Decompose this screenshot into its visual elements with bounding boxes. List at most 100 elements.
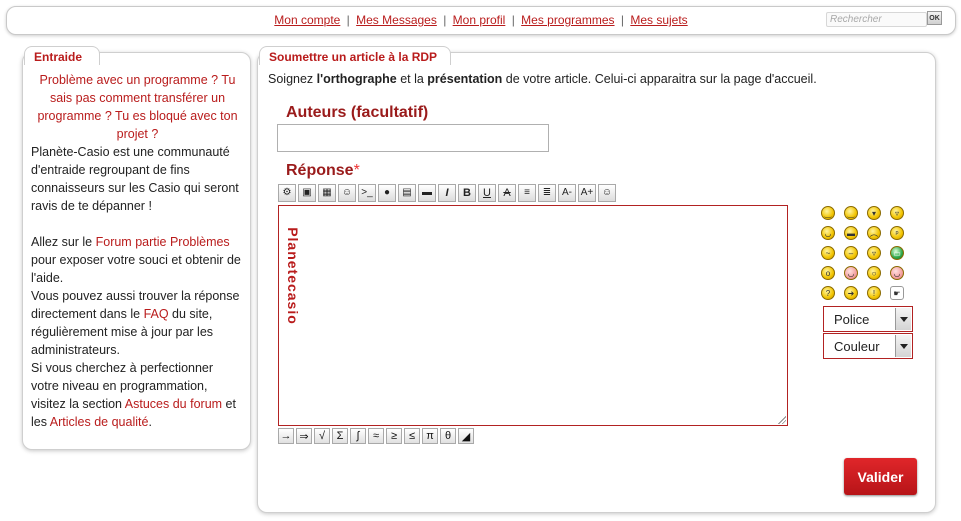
integral-icon[interactable]: ∫: [350, 428, 366, 444]
text-bold: présentation: [427, 72, 503, 86]
blush-icon[interactable]: ◡: [844, 266, 858, 280]
help-paragraph: Si vous cherchez à perfectionner votre n…: [31, 359, 244, 431]
required-marker: *: [353, 162, 360, 179]
link-forum-problemes[interactable]: Forum partie Problèmes: [96, 235, 230, 249]
confused-icon[interactable]: ~: [821, 246, 835, 260]
nav-mes-programmes[interactable]: Mes programmes: [521, 13, 614, 27]
math-toolbar: → ⇒ √ Σ ∫ ≈ ≥ ≤ π θ ◢: [278, 428, 474, 444]
help-paragraph: Vous pouvez aussi trouver la réponse dir…: [31, 287, 244, 359]
search-button[interactable]: OK: [927, 11, 942, 25]
nav-mes-sujets[interactable]: Mes sujets: [630, 13, 687, 27]
question-icon[interactable]: ?: [821, 286, 835, 300]
sqrt-icon[interactable]: √: [314, 428, 330, 444]
arrow-icon[interactable]: ➜: [844, 286, 858, 300]
nav-separator: |: [511, 13, 515, 27]
resize-handle[interactable]: [777, 415, 786, 424]
video-icon[interactable]: ▦: [318, 184, 336, 202]
santa-icon[interactable]: ◡: [890, 266, 904, 280]
submit-article-panel: Soumettre un article à la RDP Soignez l'…: [257, 46, 936, 513]
spoiler-icon[interactable]: ▤: [398, 184, 416, 202]
approx-icon[interactable]: ≈: [368, 428, 384, 444]
pi-icon[interactable]: π: [422, 428, 438, 444]
underline-button[interactable]: U: [478, 184, 496, 202]
user-icon[interactable]: ☺: [338, 184, 356, 202]
quote-icon[interactable]: ●: [378, 184, 396, 202]
theta-icon[interactable]: θ: [440, 428, 456, 444]
surprised-icon[interactable]: o: [821, 266, 835, 280]
search-input[interactable]: [826, 12, 927, 27]
editor-watermark: Planetecasio: [285, 227, 301, 325]
highlight-icon[interactable]: ▬: [418, 184, 436, 202]
text: Allez sur le: [31, 235, 96, 249]
help-panel-title: Entraide: [24, 46, 100, 65]
color-select[interactable]: Couleur: [823, 333, 913, 359]
image-icon[interactable]: ▣: [298, 184, 316, 202]
justify-icon[interactable]: ≣: [538, 184, 556, 202]
authors-field[interactable]: [277, 124, 549, 152]
teeth-icon[interactable]: ▭: [890, 246, 904, 260]
evil-icon[interactable]: ▿: [867, 246, 881, 260]
response-label: Réponse*: [286, 162, 360, 180]
align-center-icon[interactable]: ≡: [518, 184, 536, 202]
text: .: [148, 415, 152, 429]
strikethrough-button[interactable]: A: [498, 184, 516, 202]
nav-separator: |: [346, 13, 350, 27]
sad-icon[interactable]: ︵: [867, 226, 881, 240]
text: pour exposer votre souci et obtenir de l…: [31, 253, 241, 285]
font-select-value: Police: [834, 312, 870, 327]
nav-mes-messages[interactable]: Mes Messages: [356, 13, 437, 27]
neutral-icon[interactable]: –: [844, 246, 858, 260]
italic-button[interactable]: I: [438, 184, 456, 202]
text: Soignez: [268, 72, 317, 86]
font-select[interactable]: Police: [823, 306, 913, 332]
wink-icon[interactable]: ◡: [821, 226, 835, 240]
more-symbols-icon[interactable]: ◢: [458, 428, 474, 444]
settings-icon[interactable]: ⚙: [278, 184, 296, 202]
grin-icon[interactable]: ▿: [890, 206, 904, 220]
editor-toolbar: ⚙ ▣ ▦ ☺ >_ ● ▤ ▬ I B U A ≡ ≣ A- A+ ☺: [278, 184, 616, 202]
text: et la: [396, 72, 428, 86]
help-panel-body: Problème avec un programme ? Tu sais pas…: [31, 71, 244, 431]
cool-icon[interactable]: ▬: [844, 226, 858, 240]
chevron-down-icon: [895, 335, 911, 357]
nav-mon-compte[interactable]: Mon compte: [274, 13, 340, 27]
link-articles-qualite[interactable]: Articles de qualité: [50, 415, 149, 429]
text-bold: l'orthographe: [316, 72, 397, 86]
text: Réponse: [286, 162, 354, 179]
text: de votre article. Celui-ci apparaitra su…: [502, 72, 817, 86]
submit-button[interactable]: Valider: [844, 458, 917, 495]
chevron-down-icon: [895, 308, 911, 330]
smiley-icon[interactable]: ☺: [598, 184, 616, 202]
help-intro[interactable]: Problème avec un programme ? Tu sais pas…: [31, 71, 244, 143]
nav-mon-profil[interactable]: Mon profil: [453, 13, 506, 27]
font-smaller-button[interactable]: A-: [558, 184, 576, 202]
arrow-right-icon[interactable]: →: [278, 428, 294, 444]
nav-separator: |: [620, 13, 624, 27]
top-bar: Mon compte | Mes Messages | Mon profil |…: [6, 6, 956, 35]
tongue-icon[interactable]: ᵖ: [890, 226, 904, 240]
laugh-icon[interactable]: ▾: [867, 206, 881, 220]
response-editor[interactable]: Planetecasio: [278, 205, 788, 426]
scared-icon[interactable]: ○: [867, 266, 881, 280]
smile-icon[interactable]: ‿: [821, 206, 835, 220]
implies-icon[interactable]: ⇒: [296, 428, 312, 444]
geq-icon[interactable]: ≥: [386, 428, 402, 444]
bold-button[interactable]: B: [458, 184, 476, 202]
submit-panel-title: Soumettre un article à la RDP: [259, 46, 451, 65]
user-nav: Mon compte | Mes Messages | Mon profil |…: [7, 13, 955, 27]
help-panel: Entraide Problème avec un programme ? Tu…: [22, 46, 251, 450]
help-paragraph: Planète-Casio est une communauté d'entra…: [31, 145, 239, 213]
exclamation-icon[interactable]: !: [867, 286, 881, 300]
pointing-hand-icon[interactable]: ☛: [890, 286, 904, 300]
font-larger-button[interactable]: A+: [578, 184, 596, 202]
leq-icon[interactable]: ≤: [404, 428, 420, 444]
smiley-grid: ‿ ‿ ▾ ▿ ◡ ▬ ︵ ᵖ ~ – ▿ ▭ o ◡ ○ ◡ ? ➜ ! ☛: [821, 206, 904, 300]
link-astuces-forum[interactable]: Astuces du forum: [125, 397, 222, 411]
help-paragraph: Allez sur le Forum partie Problèmes pour…: [31, 233, 244, 287]
code-icon[interactable]: >_: [358, 184, 376, 202]
sum-icon[interactable]: Σ: [332, 428, 348, 444]
link-faq[interactable]: FAQ: [144, 307, 169, 321]
form-instructions: Soignez l'orthographe et la présentation…: [268, 72, 817, 86]
smile-icon[interactable]: ‿: [844, 206, 858, 220]
authors-label: Auteurs (facultatif): [286, 104, 429, 121]
